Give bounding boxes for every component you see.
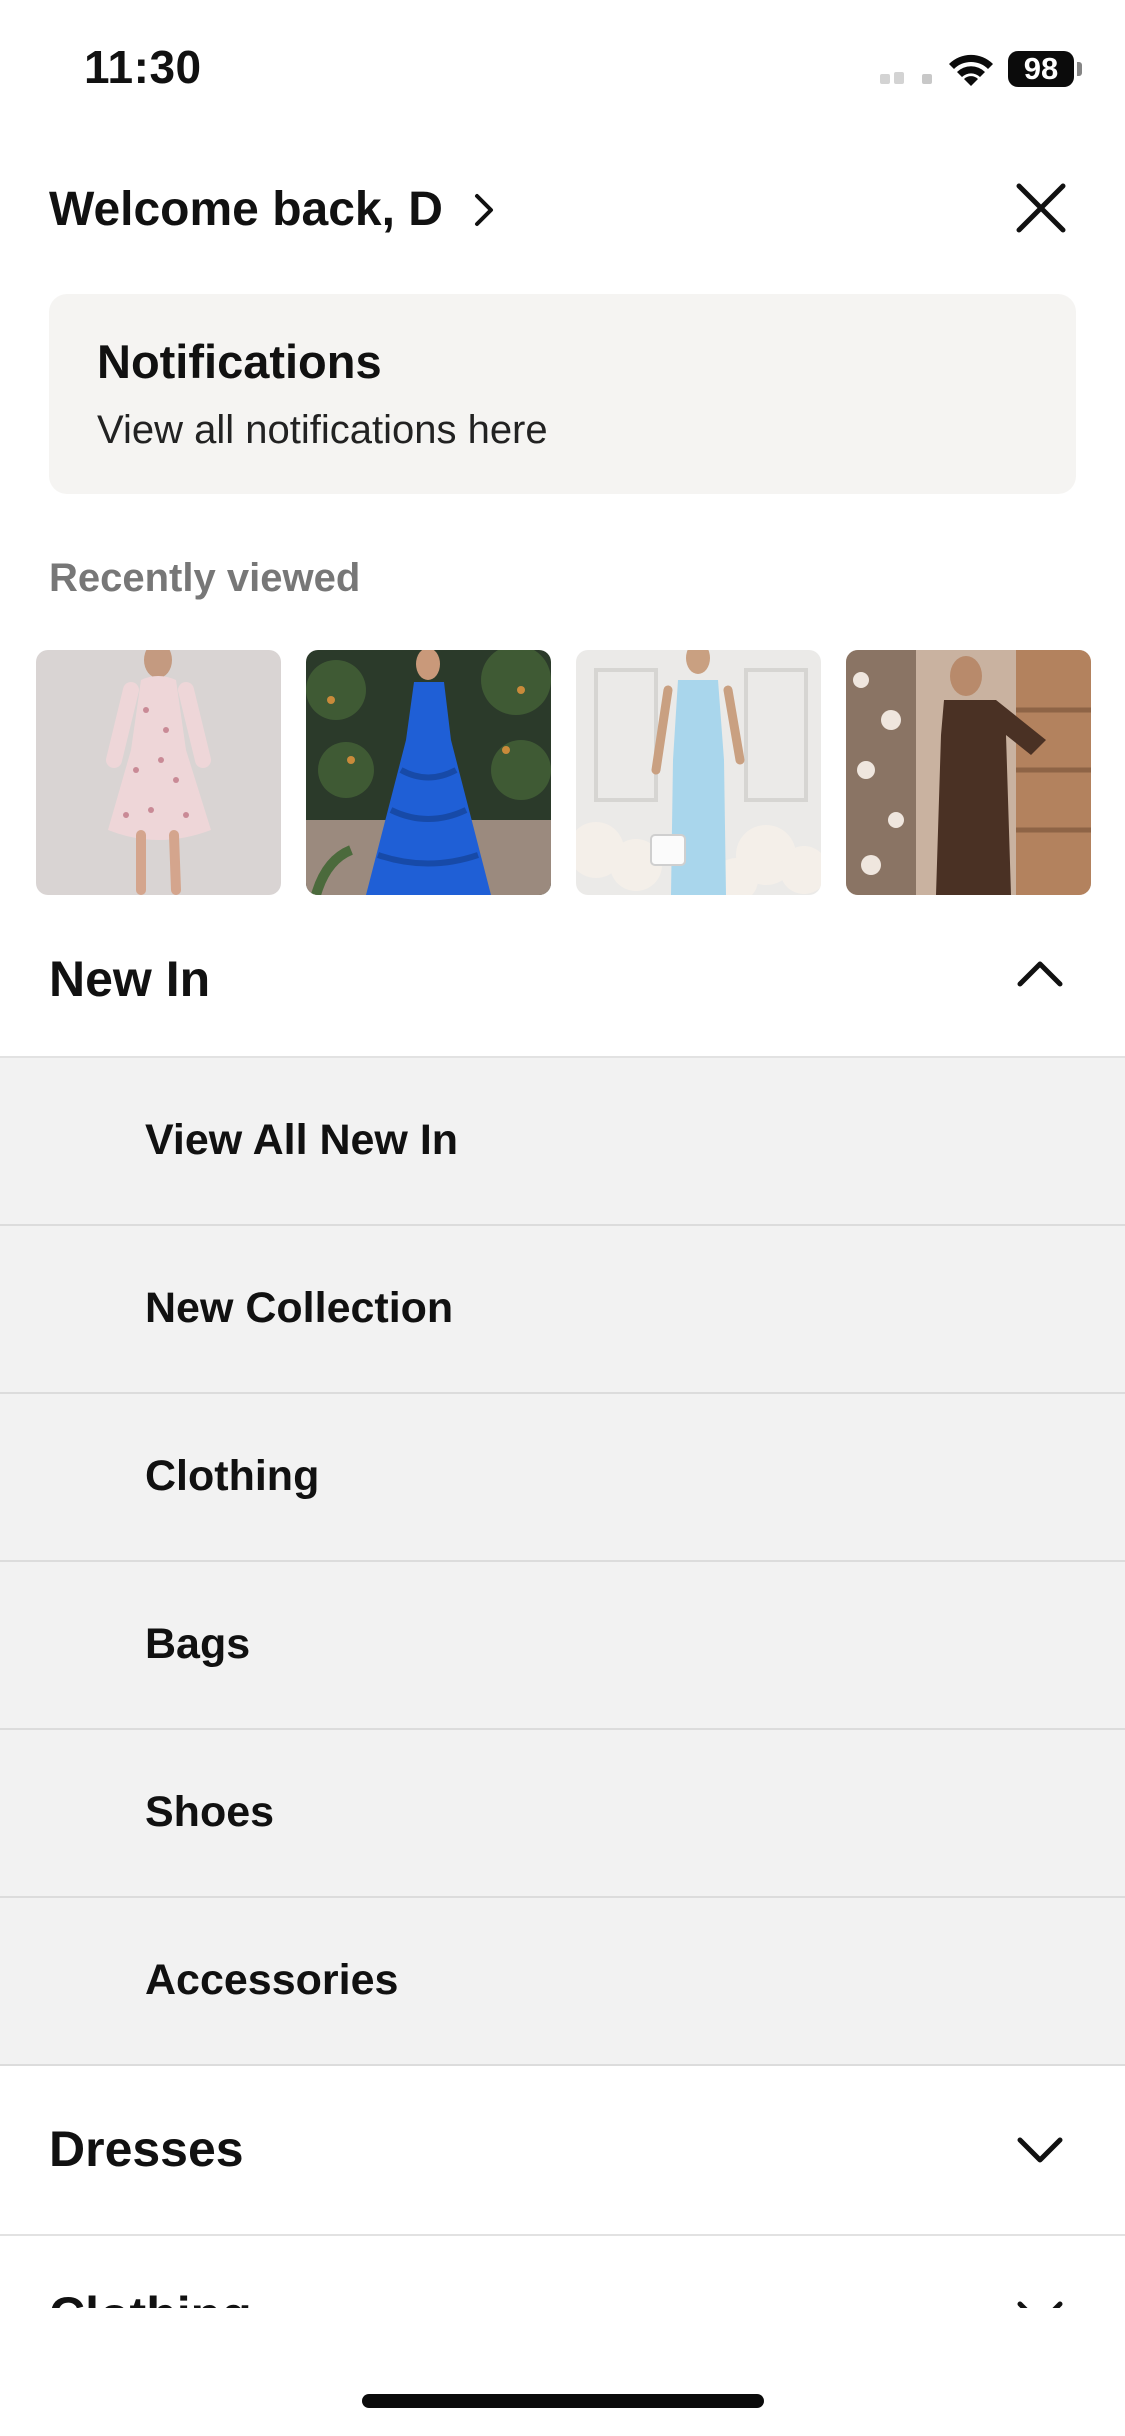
recently-viewed-product[interactable] bbox=[306, 650, 551, 895]
submenu-item-bags[interactable]: Bags bbox=[0, 1562, 1125, 1730]
recently-viewed-carousel[interactable] bbox=[36, 650, 1091, 895]
submenu-item-label: View All New In bbox=[145, 1116, 459, 1164]
submenu-item-label: Bags bbox=[145, 1620, 251, 1668]
status-bar: 11:30 98 bbox=[0, 0, 1125, 140]
close-icon[interactable] bbox=[1011, 178, 1071, 238]
battery-indicator: 98 bbox=[1008, 51, 1074, 87]
bottom-safe-area bbox=[0, 2308, 1125, 2388]
submenu-item-label: Shoes bbox=[145, 1788, 275, 1836]
section-label: Dresses bbox=[49, 2121, 244, 2177]
recently-viewed-product[interactable] bbox=[36, 650, 281, 895]
welcome-link[interactable]: Welcome back, D bbox=[49, 182, 443, 237]
home-indicator[interactable] bbox=[362, 2394, 764, 2408]
chevron-down-icon bbox=[1017, 2137, 1063, 2163]
chevron-up-icon bbox=[1017, 961, 1063, 987]
chevron-right-icon[interactable] bbox=[469, 190, 501, 230]
section-clothing[interactable]: Clothing bbox=[0, 2238, 1125, 2308]
section-label: Clothing bbox=[49, 2286, 252, 2308]
notifications-subtitle: View all notifications here bbox=[97, 408, 548, 452]
new-in-submenu: View All New In New Collection Clothing … bbox=[0, 1058, 1125, 2066]
submenu-item-accessories[interactable]: Accessories bbox=[0, 1898, 1125, 2066]
status-time: 11:30 bbox=[84, 41, 202, 93]
submenu-item-new-collection[interactable]: New Collection bbox=[0, 1226, 1125, 1394]
recently-viewed-label: Recently viewed bbox=[49, 556, 361, 600]
welcome-header: Welcome back, D bbox=[49, 170, 1079, 246]
submenu-item-shoes[interactable]: Shoes bbox=[0, 1730, 1125, 1898]
section-dresses[interactable]: Dresses bbox=[0, 2066, 1125, 2236]
recently-viewed-product[interactable] bbox=[576, 650, 821, 895]
section-label: New In bbox=[49, 951, 211, 1007]
submenu-item-label: Clothing bbox=[145, 1452, 320, 1500]
chevron-down-icon bbox=[1017, 2301, 1063, 2308]
cellular-signal-icon bbox=[880, 70, 940, 84]
submenu-item-clothing[interactable]: Clothing bbox=[0, 1394, 1125, 1562]
section-new-in[interactable]: New In bbox=[0, 898, 1125, 1058]
wifi-icon bbox=[949, 54, 993, 86]
battery-cap bbox=[1077, 62, 1082, 76]
submenu-item-label: Accessories bbox=[145, 1956, 399, 2004]
submenu-item-view-all-new-in[interactable]: View All New In bbox=[0, 1058, 1125, 1226]
notifications-card[interactable]: Notifications View all notifications her… bbox=[49, 294, 1076, 494]
notifications-title: Notifications bbox=[97, 335, 382, 388]
submenu-item-label: New Collection bbox=[145, 1284, 454, 1332]
recently-viewed-product[interactable] bbox=[846, 650, 1091, 895]
